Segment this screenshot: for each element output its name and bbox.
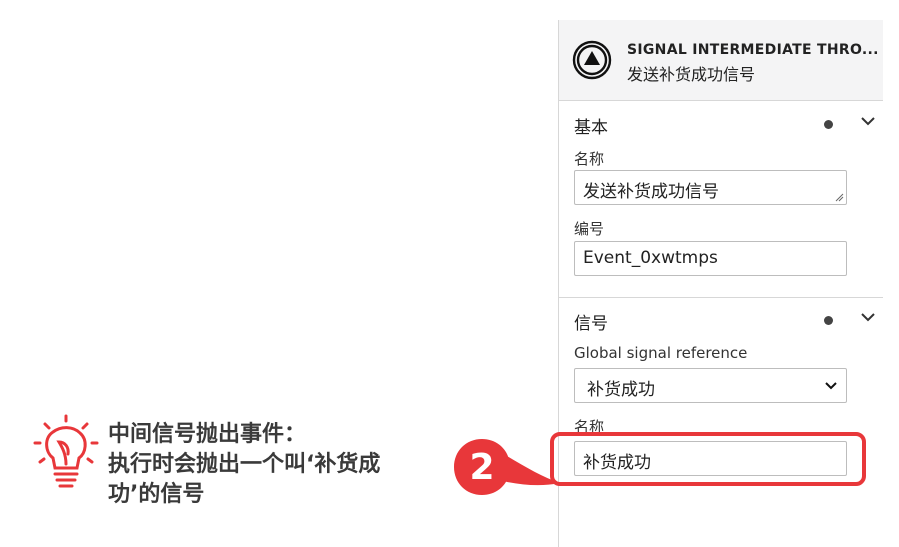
id-label: 编号: [574, 220, 605, 238]
group-status-dot: [824, 120, 833, 129]
name-label: 名称: [574, 150, 605, 168]
step-number: 2: [469, 447, 494, 488]
id-input[interactable]: Event_0xwtmps: [574, 241, 847, 276]
group-title-signal: 信号: [574, 314, 608, 334]
highlight-box: [550, 432, 866, 486]
annotation-line-2: 执行时会抛出一个叫‘补货成: [108, 452, 381, 477]
name-textarea-value: 发送补货成功信号: [583, 182, 719, 202]
element-name-label: 发送补货成功信号: [627, 65, 756, 84]
annotation-text: 中间信号抛出事件： 执行时会抛出一个叫‘补货成 功’的信号: [108, 420, 448, 510]
panel-header: SIGNAL INTERMEDIATE THRO... 发送补货成功信号: [559, 20, 883, 101]
step-badge: 2: [454, 439, 560, 495]
group-header-signal[interactable]: 信号: [559, 298, 883, 338]
global-signal-ref-select[interactable]: 补货成功: [574, 368, 847, 403]
id-input-value: Event_0xwtmps: [583, 248, 718, 268]
group-header-basic[interactable]: 基本: [559, 102, 883, 142]
annotation-line-3: 功’的信号: [108, 482, 205, 507]
signal-throw-event-icon: [572, 40, 612, 80]
annotation-line-1: 中间信号抛出事件：: [108, 422, 307, 447]
lightbulb-icon: [33, 414, 99, 488]
name-textarea[interactable]: 发送补货成功信号: [574, 170, 847, 205]
element-type-label: SIGNAL INTERMEDIATE THRO...: [627, 42, 879, 58]
chevron-down-icon[interactable]: [859, 112, 877, 130]
global-signal-ref-label: Global signal reference: [574, 344, 748, 362]
chevron-down-icon: [825, 382, 837, 390]
global-signal-ref-value: 补货成功: [587, 380, 655, 400]
chevron-down-icon[interactable]: [859, 308, 877, 326]
group-status-dot: [824, 316, 833, 325]
group-title-basic: 基本: [574, 118, 608, 138]
resize-grip-icon[interactable]: [834, 192, 844, 202]
